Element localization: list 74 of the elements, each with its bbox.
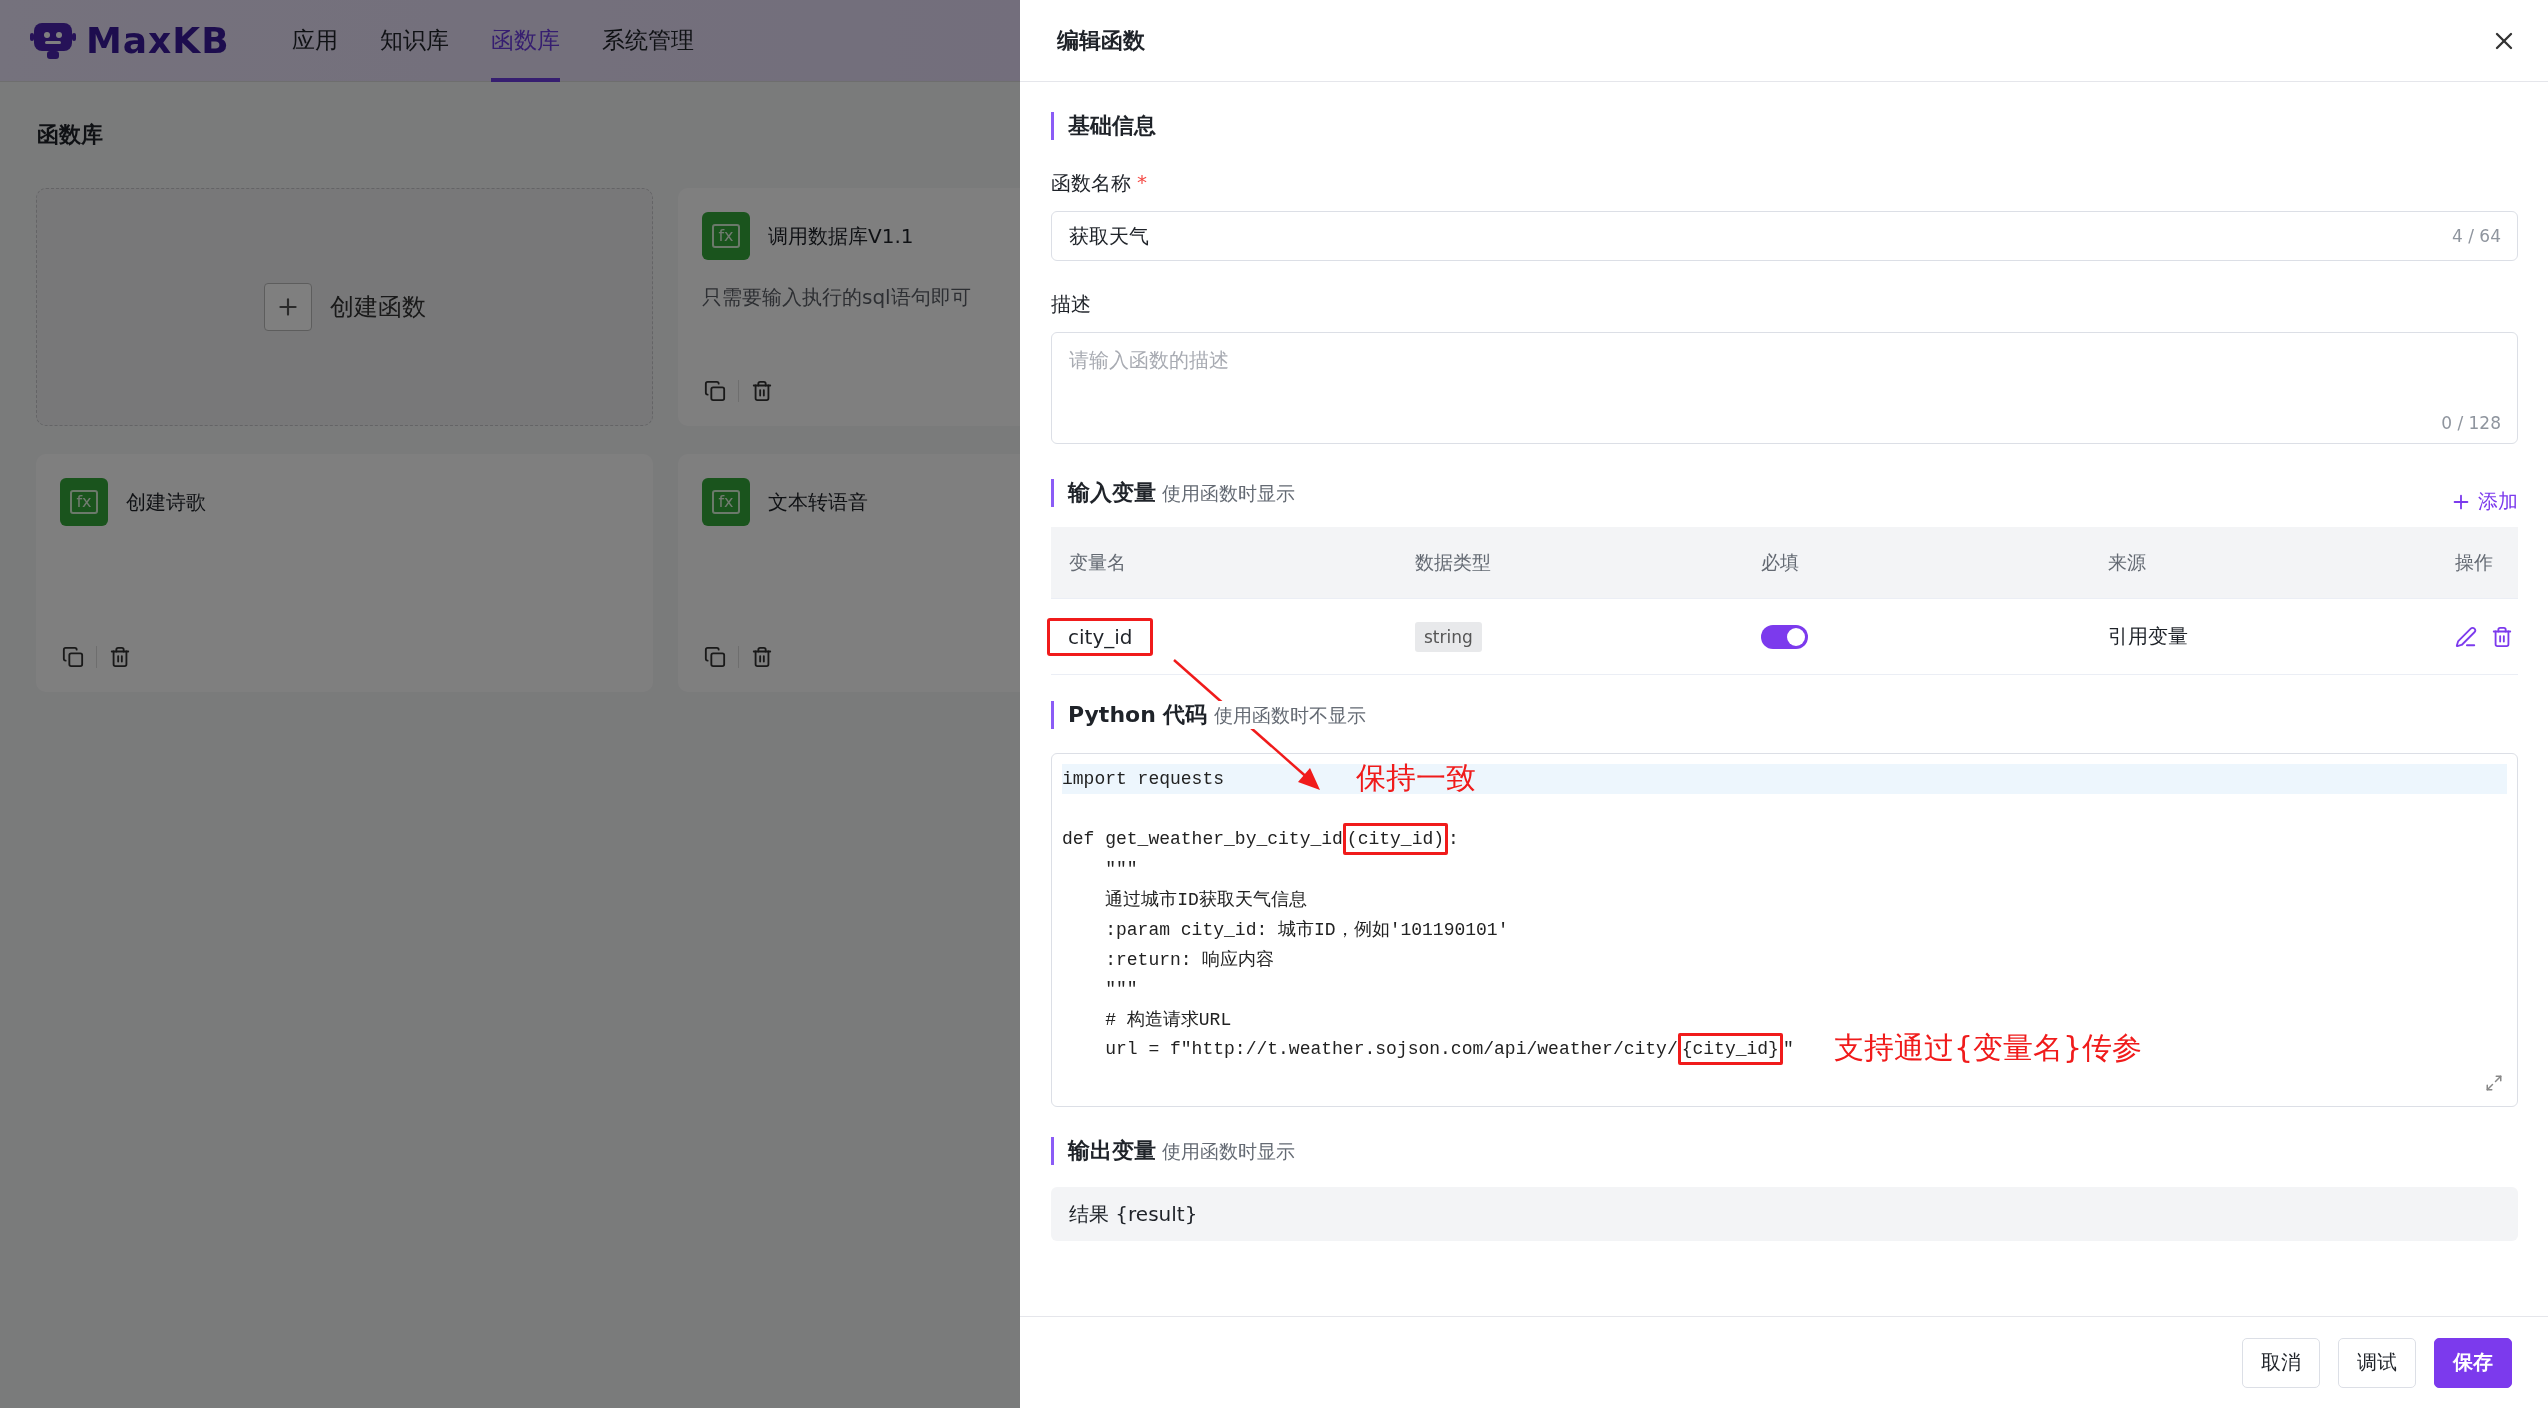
char-counter: 4 / 64: [2452, 226, 2501, 246]
nav-tab[interactable]: 函数库: [490, 0, 560, 82]
function-description: 只需要输入执行的sql语句即可: [702, 284, 972, 311]
code-text: :return: 响应内容: [1104, 949, 1275, 971]
field-label: 描述: [1051, 291, 1091, 318]
create-label: 创建函数: [329, 292, 426, 323]
column-header: 数据类型: [1415, 549, 1492, 575]
code-text: 通过城市ID获取天气信息: [1104, 889, 1307, 911]
required-switch[interactable]: [1761, 624, 1808, 649]
section-title: 输出变量: [1068, 1137, 1156, 1165]
code-text: :param city_id: 城市ID，例如'101190101': [1104, 919, 1509, 941]
placeholder: 请输入函数的描述: [1069, 347, 1230, 374]
function-card[interactable]: fx 创建诗歌: [36, 454, 653, 692]
copy-icon[interactable]: [62, 646, 84, 668]
annotation-note: 支持通过{变量名}传参: [1834, 1029, 2143, 1067]
footer-button[interactable]: 调试: [2338, 1337, 2416, 1388]
trash-icon[interactable]: [109, 646, 131, 668]
boxed-code-text: {city_id}: [1677, 1033, 1783, 1065]
save-button[interactable]: 保存: [2434, 1337, 2512, 1388]
code-text: """: [1104, 859, 1138, 879]
variable-name: city_id: [1047, 617, 1154, 656]
type-tag: string: [1415, 621, 1482, 652]
nav-tab[interactable]: 系统管理: [601, 0, 694, 82]
code-text: def get_weather_by_city_id: [1062, 829, 1343, 849]
code-text: url = f"http://t.weather.sojson.com/api/weather/city/: [1104, 1039, 1678, 1059]
create-card[interactable]: 创建函数: [36, 188, 653, 426]
code-text: :: [1448, 829, 1459, 849]
code-text: # 构造请求URL: [1104, 1009, 1232, 1031]
name-input[interactable]: 获取天气 4 / 64: [1051, 211, 2518, 261]
function-icon: fx: [702, 212, 750, 260]
page-title: 函数库: [37, 121, 104, 149]
char-counter: 0 / 128: [2441, 413, 2501, 433]
plus-icon: [263, 283, 312, 331]
boxed-code-text: (city_id): [1342, 823, 1449, 855]
expand-icon[interactable]: [2485, 1074, 2503, 1092]
code-editor[interactable]: [1051, 753, 2518, 1107]
trash-icon[interactable]: [2491, 625, 2513, 648]
code-text: """: [1104, 979, 1138, 999]
table-cell-text: 引用变量: [2108, 623, 2189, 650]
code-text: import requests: [1062, 769, 1225, 789]
description-textarea[interactable]: 请输入函数的描述 0 / 128: [1051, 332, 2518, 444]
trash-icon[interactable]: [751, 380, 773, 402]
field-label: 函数名称: [1051, 170, 1131, 197]
required-asterisk: *: [1137, 170, 1147, 196]
section-title: Python 代码: [1068, 701, 1208, 729]
function-name: 文本转语音: [768, 488, 868, 516]
copy-icon[interactable]: [704, 646, 726, 668]
footer-button[interactable]: 取消: [2242, 1337, 2320, 1388]
add-link[interactable]: 添加: [2450, 488, 2518, 515]
copy-icon[interactable]: [704, 380, 726, 402]
output-value: 结果 {result}: [1051, 1187, 2518, 1241]
logo-text: MaxKB: [86, 20, 230, 61]
trash-icon[interactable]: [751, 646, 773, 668]
code-text: ": [1782, 1039, 1794, 1059]
robot-logo-icon: [30, 20, 76, 61]
column-header: 来源: [2108, 549, 2147, 575]
function-card[interactable]: fx 文本转语音: [678, 454, 1020, 692]
column-header: 变量名: [1069, 549, 1127, 575]
annotation-note: 保持一致: [1356, 759, 1476, 797]
input-value: 获取天气: [1069, 222, 1149, 250]
function-name: 创建诗歌: [126, 488, 206, 516]
section-title: 输入变量: [1068, 478, 1156, 507]
drawer-title: 编辑函数: [1057, 26, 1145, 55]
nav-tab[interactable]: 知识库: [379, 0, 449, 82]
function-icon: fx: [60, 478, 108, 526]
edit-icon[interactable]: [2455, 625, 2477, 648]
section-hint: 使用函数时不显示: [1213, 701, 1366, 729]
function-card[interactable]: fx 调用数据库V1.1 只需要输入执行的sql语句即可: [678, 188, 1020, 426]
function-name: 调用数据库V1.1: [768, 222, 914, 250]
column-header: 必填: [1761, 549, 1800, 575]
function-icon: fx: [702, 478, 750, 526]
section-title: 基础信息: [1068, 112, 1156, 140]
column-header: 操作: [2455, 549, 2494, 575]
nav-tab[interactable]: 应用: [291, 0, 338, 82]
